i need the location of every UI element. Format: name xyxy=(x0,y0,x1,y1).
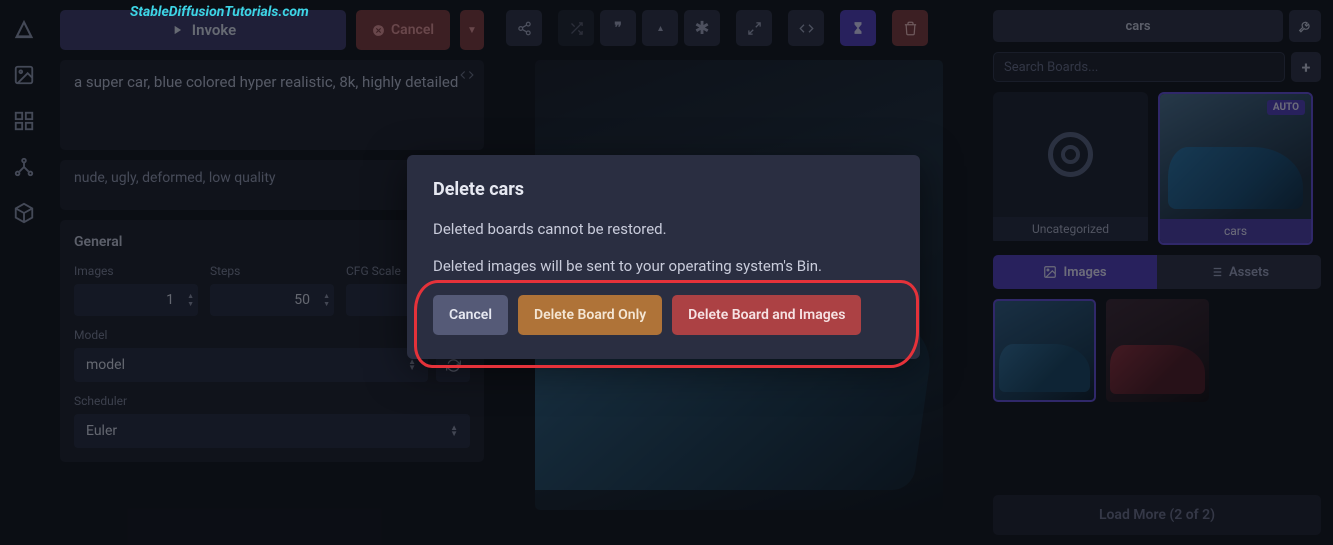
delete-board-modal: Delete cars Deleted boards cannot be res… xyxy=(407,155,920,359)
modal-line1: Deleted boards cannot be restored. xyxy=(433,218,894,241)
modal-delete-all-button[interactable]: Delete Board and Images xyxy=(672,295,861,335)
modal-delete-board-button[interactable]: Delete Board Only xyxy=(518,295,662,335)
modal-title: Delete cars xyxy=(433,179,894,200)
modal-cancel-button[interactable]: Cancel xyxy=(433,295,508,335)
watermark: StableDiffusionTutorials.com xyxy=(130,4,309,20)
modal-line2: Deleted images will be sent to your oper… xyxy=(433,255,894,278)
